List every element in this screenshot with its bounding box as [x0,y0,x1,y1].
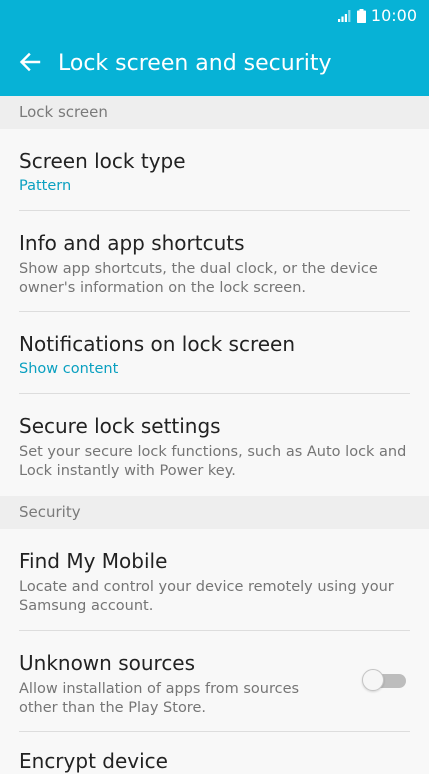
setting-title: Secure lock settings [19,414,221,438]
unknown-sources-toggle[interactable] [362,669,406,691]
toggle-thumb [362,669,384,691]
page-title: Lock screen and security [58,51,332,76]
setting-description: Allow installation of apps from sources … [19,681,300,716]
settings-list: Lock screen Screen lock type Pattern Inf… [0,96,429,773]
setting-description: Set your secure lock functions, such as … [19,444,407,479]
setting-find-my-mobile[interactable]: Find My Mobile Locate and control your d… [0,529,429,631]
section-header-security: Security [0,496,429,529]
setting-notifications-lock-screen[interactable]: Notifications on lock screen Show conten… [0,312,429,394]
setting-encrypt-device[interactable]: Encrypt device [0,732,429,773]
setting-title: Screen lock type [19,149,186,173]
setting-title: Info and app shortcuts [19,231,245,255]
setting-description: Show app shortcuts, the dual clock, or t… [19,261,378,296]
setting-screen-lock-type[interactable]: Screen lock type Pattern [0,129,429,211]
status-icons: 10:00 [337,6,417,26]
setting-unknown-sources[interactable]: Unknown sources Allow installation of ap… [0,631,429,732]
setting-description: Locate and control your device remotely … [19,579,394,614]
status-bar: 10:00 [0,0,429,32]
app-bar: Lock screen and security [0,32,429,96]
setting-secure-lock-settings[interactable]: Secure lock settings Set your secure loc… [0,394,429,496]
setting-title: Unknown sources [19,651,196,675]
arrow-left-icon [19,51,41,77]
section-header-lock-screen: Lock screen [0,96,429,129]
status-time: 10:00 [370,6,417,25]
setting-info-app-shortcuts[interactable]: Info and app shortcuts Show app shortcut… [0,211,429,312]
setting-value: Show content [19,361,119,377]
setting-title: Notifications on lock screen [19,332,296,356]
signal-icon [337,10,352,22]
setting-title: Find My Mobile [19,549,168,573]
battery-icon [356,9,366,23]
setting-title: Encrypt device [19,749,168,773]
back-button[interactable] [12,46,48,82]
setting-value: Pattern [19,178,72,194]
